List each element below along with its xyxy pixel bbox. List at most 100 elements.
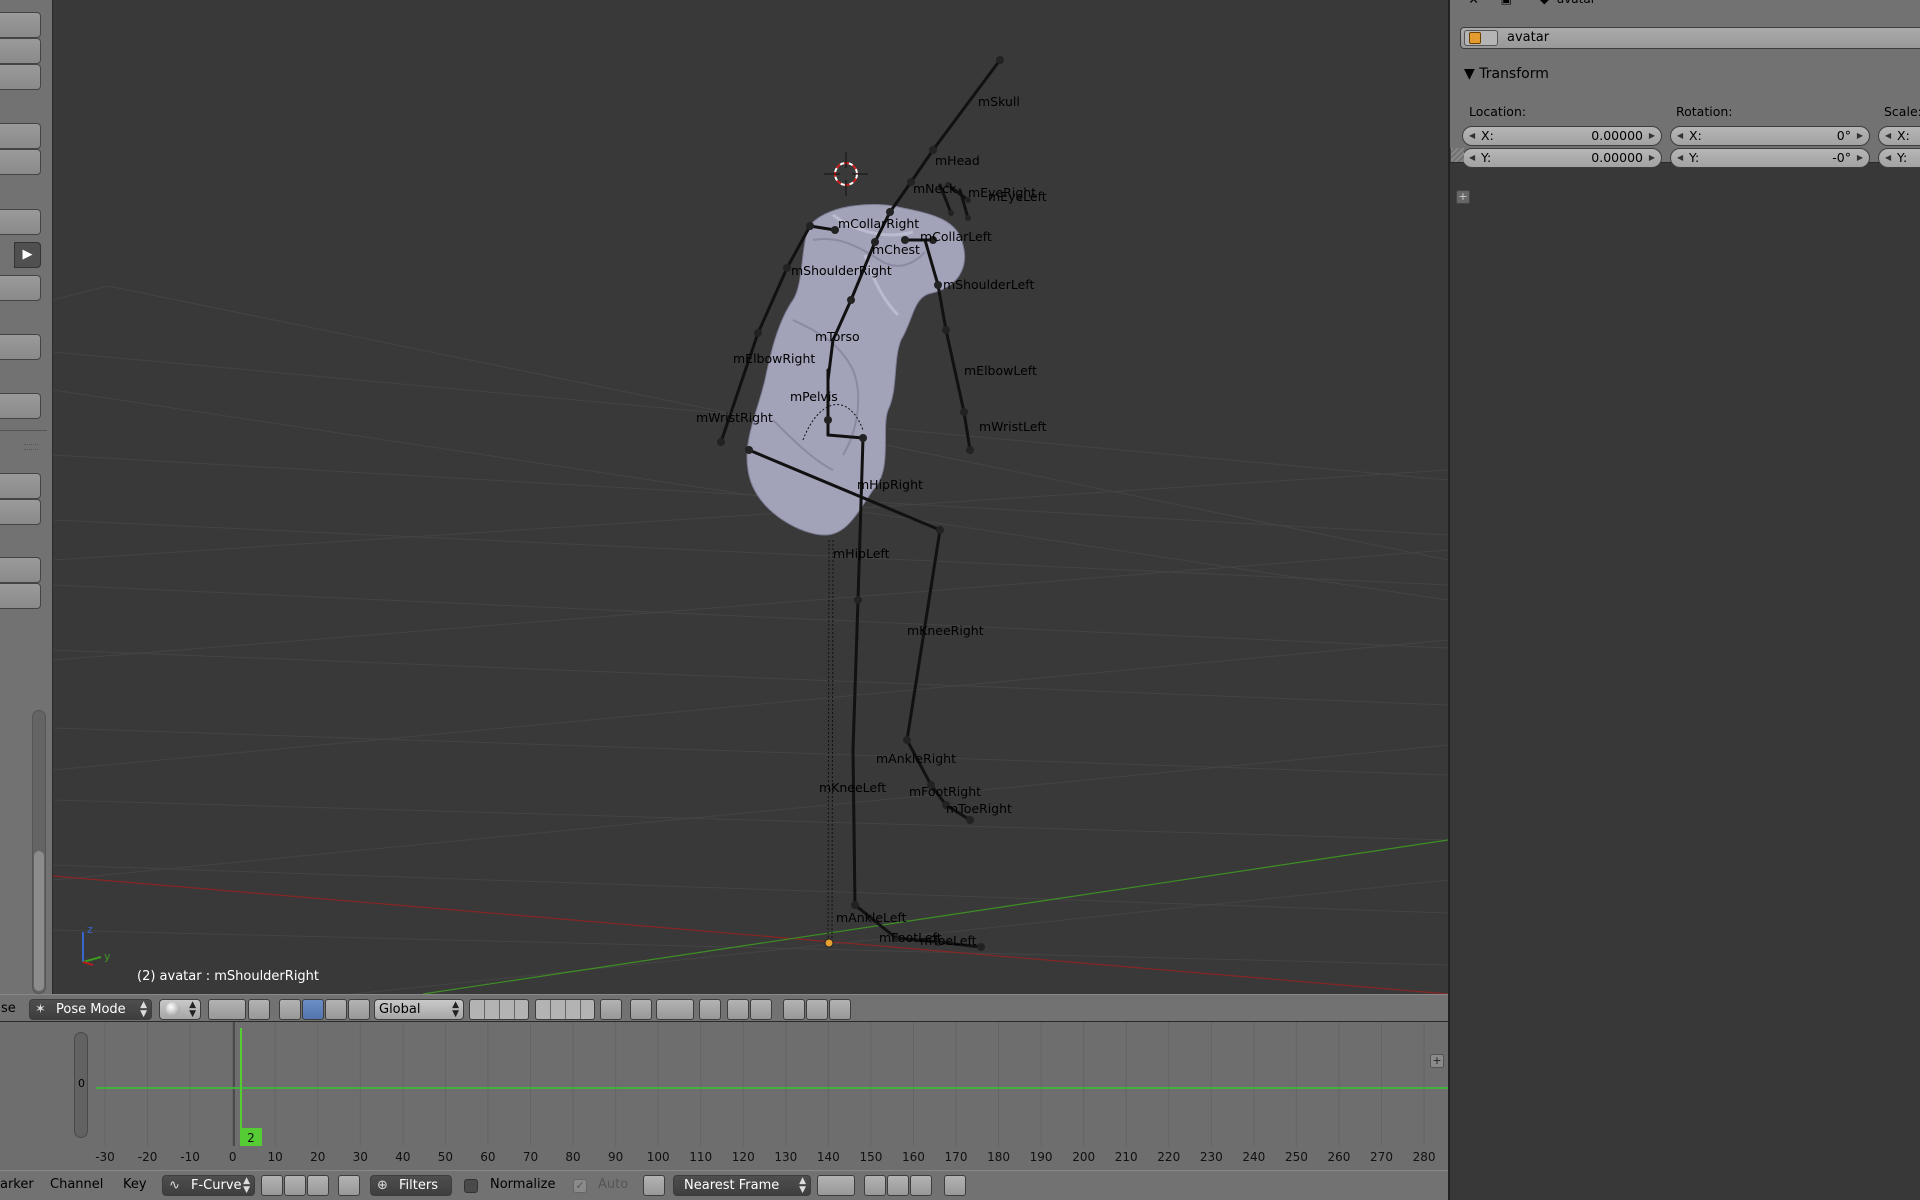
rotation-x-field[interactable]: ◀ X: 0° ▶ (1670, 126, 1870, 146)
rotation-y-field[interactable]: ◀ Y: -0° ▶ (1670, 148, 1870, 168)
paste-keyframes-icon[interactable] (887, 1175, 909, 1196)
graph-mode-selector[interactable]: ∿ F-Curve ▲ ▼ (162, 1175, 255, 1196)
scale-manipulator-icon[interactable] (348, 999, 370, 1020)
object-origin-icon (824, 938, 834, 948)
location-y-field[interactable]: ◀ Y: 0.00000 ▶ (1462, 148, 1662, 168)
graph-editor-header: arker Channel Key ∿ F-Curve ▲ ▼ ⊕ Filters… (0, 1170, 1448, 1200)
copy-keyframes-icon[interactable] (864, 1175, 886, 1196)
shelf-scrollbar[interactable] (32, 710, 46, 994)
wrench-icon[interactable]: ⚒ (1468, 0, 1479, 6)
show-hidden-icon[interactable] (284, 1175, 306, 1196)
shelf-button[interactable] (0, 209, 41, 235)
location-x-field[interactable]: ◀ X: 0.00000 ▶ (1462, 126, 1662, 146)
add-region-icon[interactable]: + (1430, 1054, 1444, 1068)
manipulator-icon[interactable] (248, 999, 270, 1020)
bone-label: mHipRight (857, 477, 923, 492)
breadcrumb-object[interactable]: avatar (1557, 0, 1596, 6)
bone-label: mEyeLeft (988, 189, 1047, 204)
pivot-point-icon[interactable] (817, 1175, 855, 1196)
menu-pose-fragment[interactable]: se (1, 1001, 16, 1016)
shelf-button[interactable] (0, 123, 41, 149)
grip-icon[interactable] (24, 444, 38, 450)
shelf-button[interactable] (0, 38, 41, 64)
only-errors-icon[interactable] (307, 1175, 329, 1196)
snap-target-icon[interactable] (699, 999, 721, 1020)
proportional-edit-icon[interactable] (630, 999, 652, 1020)
orientation-selector[interactable]: Global ▲ ▼ (374, 999, 464, 1020)
frame-tick-label: 260 (1327, 1150, 1350, 1164)
pose-lib-icon[interactable] (600, 999, 622, 1020)
render-icon[interactable] (727, 999, 749, 1020)
paste-flipped-icon[interactable] (910, 1175, 932, 1196)
transform-axes-icon[interactable] (279, 999, 301, 1020)
frame-tick-label: 190 (1030, 1150, 1053, 1164)
object-type-icon[interactable] (1464, 30, 1498, 46)
paste-pose-icon[interactable] (806, 999, 828, 1020)
paste-flipped-pose-icon[interactable] (829, 999, 851, 1020)
transform-title: Transform (1479, 66, 1549, 82)
scrollbar-thumb[interactable] (34, 851, 44, 991)
frame-tick-label: 70 (523, 1150, 538, 1164)
search-icon[interactable] (338, 1175, 360, 1196)
shelf-button[interactable] (0, 499, 41, 525)
object-name-field[interactable]: avatar (1460, 27, 1920, 49)
render-animation-icon[interactable] (750, 999, 772, 1020)
mode-selector[interactable]: ✶ Pose Mode ▲ ▼ (29, 999, 152, 1020)
bone-label: mElbowLeft (964, 363, 1037, 378)
floor-grid (53, 285, 1448, 994)
transform-panel-header[interactable]: ▼ Transform (1464, 66, 1549, 82)
shelf-button[interactable] (0, 12, 41, 38)
shelf-button[interactable] (0, 583, 41, 609)
frame-tick-label: 240 (1242, 1150, 1265, 1164)
only-selected-icon[interactable] (261, 1175, 283, 1196)
snap-element-icon[interactable] (656, 999, 694, 1020)
snap-label: Nearest Frame (684, 1178, 780, 1193)
shading-selector[interactable]: ▲ ▼ (159, 999, 201, 1020)
region-resize-icon[interactable] (1450, 148, 1464, 162)
frame-tick-label: 160 (902, 1150, 925, 1164)
bone-label: mKneeLeft (819, 780, 886, 795)
copy-pose-icon[interactable] (783, 999, 805, 1020)
3d-view-header: se ✶ Pose Mode ▲ ▼ ▲ ▼ Global ▲ ▼ (0, 994, 1448, 1022)
layers-grid-icon[interactable] (469, 999, 529, 1020)
normalize-checkbox[interactable] (464, 1179, 478, 1193)
layers-grid-icon[interactable] (535, 999, 595, 1020)
scale-y-field[interactable]: ◀ Y: (1878, 148, 1920, 168)
frame-tick-label: 170 (945, 1150, 968, 1164)
shelf-button[interactable] (0, 557, 41, 583)
shelf-button[interactable] (0, 473, 41, 499)
snap-selector[interactable]: Nearest Frame ▲ ▼ (673, 1175, 811, 1196)
shelf-button[interactable] (0, 275, 41, 301)
object-icon[interactable]: ▣ (1501, 0, 1512, 6)
add-region-icon[interactable]: + (1456, 190, 1470, 204)
expand-arrow-icon[interactable]: ▶ (14, 242, 41, 268)
3d-cursor-icon[interactable] (824, 152, 868, 196)
translate-manipulator-icon[interactable] (302, 999, 324, 1020)
frame-tick-label: 250 (1285, 1150, 1308, 1164)
scale-x-field[interactable]: ◀ X: (1878, 126, 1920, 146)
pivot-point-icon[interactable] (208, 999, 246, 1020)
rotate-manipulator-icon[interactable] (325, 999, 347, 1020)
bone-label: mTorso (815, 329, 860, 344)
menu-channel[interactable]: Channel (50, 1177, 103, 1192)
ghost-curves-icon[interactable] (944, 1175, 966, 1196)
auto-checkbox[interactable]: ✓ (573, 1179, 587, 1193)
3d-viewport[interactable]: mSkull mHead mNeck mEyeRight mEyeLeft mC… (53, 0, 1448, 994)
shelf-button[interactable] (0, 64, 41, 90)
shelf-button[interactable] (0, 393, 41, 419)
filter-icon: ⊕ (377, 1178, 388, 1193)
bone-label: mElbowRight (733, 351, 815, 366)
shelf-button[interactable] (0, 149, 41, 175)
auto-label: Auto (598, 1177, 629, 1192)
avatar-mesh[interactable] (746, 203, 965, 536)
bone-label: mFootRight (909, 784, 981, 799)
filters-button[interactable]: ⊕ Filters (370, 1175, 452, 1196)
auto-snap-icon[interactable] (643, 1175, 665, 1196)
object-name-value: avatar (1507, 30, 1550, 45)
graph-editor[interactable]: 2 -30 -20 -10 0 10 20 30 40 50 60 70 80 90 100 110 120 1… (0, 1022, 1448, 1170)
bone-label: mHead (935, 153, 980, 168)
dropdown-arrows-icon: ▲ ▼ (140, 1000, 147, 1019)
shelf-button[interactable] (0, 334, 41, 360)
menu-key[interactable]: Key (123, 1177, 147, 1192)
menu-marker[interactable]: arker (0, 1177, 34, 1192)
